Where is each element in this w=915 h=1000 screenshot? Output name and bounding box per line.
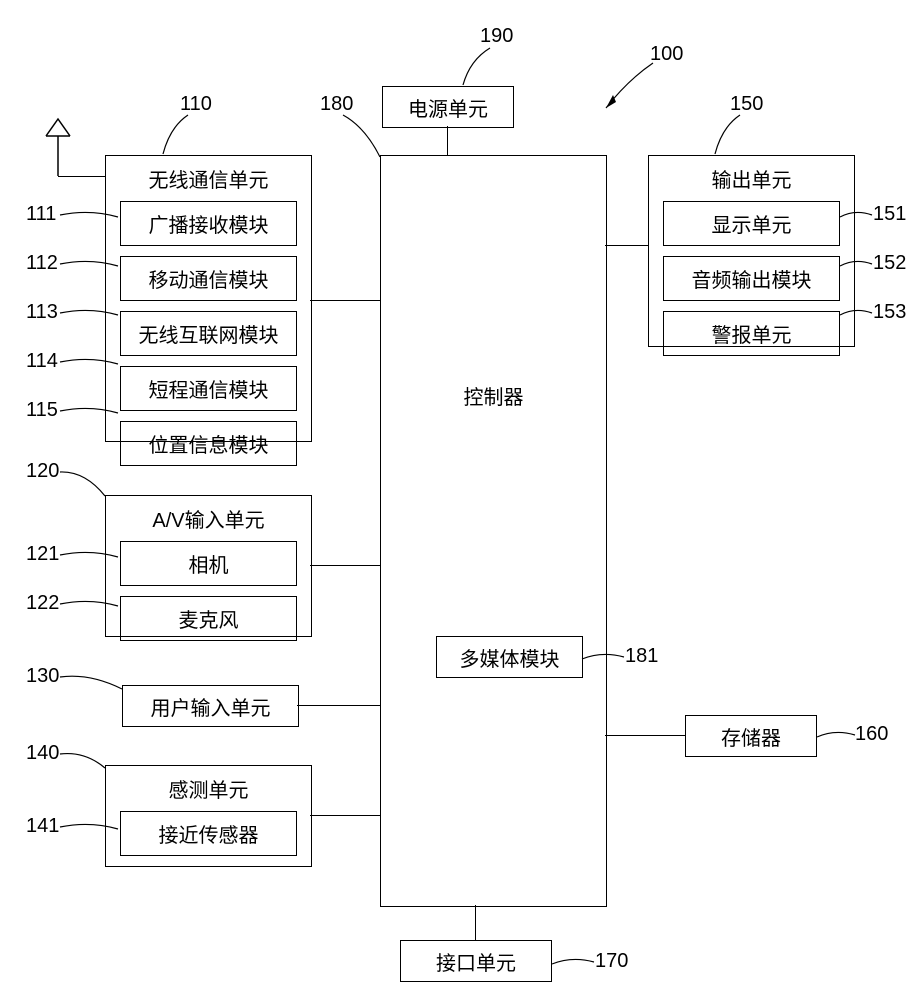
leader-130 (60, 671, 125, 696)
leader-111 (60, 209, 120, 227)
leader-140 (60, 748, 110, 773)
ref-160: 160 (855, 723, 888, 746)
leader-190 (460, 45, 500, 90)
power-block: 电源单元 (382, 86, 514, 128)
internet-block: 无线互联网模块 (120, 311, 297, 356)
leader-150 (712, 112, 747, 157)
leader-110 (160, 112, 195, 157)
leader-153 (840, 307, 875, 322)
ref-141: 141 (26, 815, 59, 838)
connector-power (447, 126, 448, 155)
ref-151: 151 (873, 203, 906, 226)
leader-152 (840, 258, 875, 273)
connector-sensing (310, 815, 380, 816)
ref-111: 111 (26, 203, 56, 226)
ref-112: 112 (26, 252, 58, 275)
broadcast-block: 广播接收模块 (120, 201, 297, 246)
leader-112 (60, 258, 120, 276)
mobile-block: 移动通信模块 (120, 256, 297, 301)
leader-151 (840, 209, 875, 224)
leader-180 (340, 112, 385, 162)
ref-181: 181 (625, 645, 658, 668)
camera-block: 相机 (120, 541, 297, 586)
sensing-block: 感测单元 接近传感器 (105, 765, 312, 867)
connector-output (605, 245, 648, 246)
connector-interface (475, 905, 476, 940)
ref-152: 152 (873, 252, 906, 275)
ref-153: 153 (873, 301, 906, 324)
ref-114: 114 (26, 350, 58, 373)
power-label: 电源单元 (408, 93, 488, 122)
controller-block: 控制器 多媒体模块 (380, 155, 607, 907)
display-block: 显示单元 (663, 201, 840, 246)
connector-antenna (58, 176, 105, 177)
location-block: 位置信息模块 (120, 421, 297, 466)
audioout-block: 音频输出模块 (663, 256, 840, 301)
proximity-block: 接近传感器 (120, 811, 297, 856)
wireless-title: 无线通信单元 (106, 156, 311, 201)
leader-115 (60, 405, 120, 423)
av-title: A/V输入单元 (106, 496, 311, 541)
leader-122 (60, 598, 120, 616)
leader-114 (60, 356, 120, 374)
av-block: A/V输入单元 相机 麦克风 (105, 495, 312, 637)
ref-120: 120 (26, 460, 59, 483)
wireless-block: 无线通信单元 广播接收模块 移动通信模块 无线互联网模块 短程通信模块 位置信息… (105, 155, 312, 442)
userinput-block: 用户输入单元 (122, 685, 299, 727)
output-block: 输出单元 显示单元 音频输出模块 警报单元 (648, 155, 855, 347)
arrow-100 (598, 60, 658, 120)
ref-113: 113 (26, 301, 58, 324)
ref-130: 130 (26, 665, 59, 688)
ref-170: 170 (595, 950, 628, 973)
mic-block: 麦克风 (120, 596, 297, 641)
leader-120 (60, 466, 110, 501)
alarm-block: 警报单元 (663, 311, 840, 356)
multimedia-label: 多媒体模块 (460, 643, 560, 672)
leader-181 (582, 651, 627, 666)
connector-memory (605, 735, 685, 736)
interface-block: 接口单元 (400, 940, 552, 982)
controller-label: 控制器 (381, 381, 606, 410)
connector-av (310, 565, 380, 566)
ref-121: 121 (26, 543, 59, 566)
leader-160 (817, 729, 857, 744)
ref-115: 115 (26, 399, 58, 422)
leader-170 (552, 956, 597, 971)
memory-label: 存储器 (721, 722, 781, 751)
leader-141 (60, 821, 120, 839)
ref-122: 122 (26, 592, 59, 615)
block-diagram: 控制器 多媒体模块 电源单元 无线通信单元 广播接收模块 移动通信模块 无线互联… (0, 0, 915, 1000)
interface-label: 接口单元 (436, 947, 516, 976)
shortrange-block: 短程通信模块 (120, 366, 297, 411)
memory-block: 存储器 (685, 715, 817, 757)
connector-userinput (297, 705, 380, 706)
multimedia-block: 多媒体模块 (436, 636, 583, 678)
sensing-title: 感测单元 (106, 766, 311, 811)
connector-wireless (310, 300, 380, 301)
leader-121 (60, 549, 120, 567)
ref-140: 140 (26, 742, 59, 765)
leader-113 (60, 307, 120, 325)
output-title: 输出单元 (649, 156, 854, 201)
userinput-label: 用户输入单元 (151, 692, 271, 721)
